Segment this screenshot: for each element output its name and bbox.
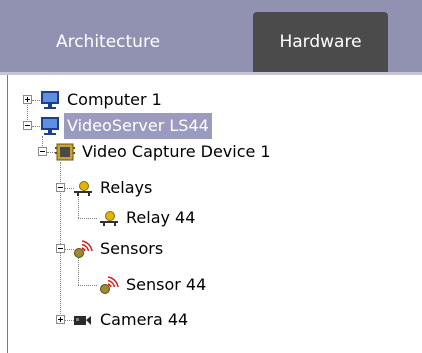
node-label-computer[interactable]: Computer 1 [64,87,165,113]
tab-bar: Architecture Hardware [0,0,422,72]
node-label-sensors[interactable]: Sensors [97,236,166,262]
relay-icon [74,181,92,196]
tree-node-camera-44: Camera 44 [7,307,307,333]
node-label-capture-device[interactable]: Video Capture Device 1 [79,139,274,165]
node-label-sensor-44[interactable]: Sensor 44 [123,272,209,298]
tab-architecture[interactable]: Architecture [22,12,194,72]
tree-node-sensors: Sensors [7,236,307,262]
monitor-icon [41,91,59,109]
tree-node-sensor-44: Sensor 44 [7,272,307,298]
sensor-icon [74,240,93,258]
expand-toggle[interactable] [23,95,32,104]
collapse-toggle[interactable] [38,147,47,156]
expand-toggle[interactable] [56,315,65,324]
camera-icon [74,316,91,325]
tab-hardware[interactable]: Hardware [253,12,388,72]
node-label-camera-44[interactable]: Camera 44 [97,307,191,333]
hardware-tree: Computer 1 VideoServer LS44 Video Captur… [7,75,422,353]
tree-node-relay-44: Relay 44 [7,205,307,231]
tree-node-computer: Computer 1 [7,87,307,113]
tree-node-capture-device: Video Capture Device 1 [7,139,387,165]
node-label-relay-44[interactable]: Relay 44 [123,205,198,231]
node-label-relays[interactable]: Relays [97,175,155,201]
node-label-videoserver[interactable]: VideoServer LS44 [64,113,212,139]
collapse-toggle[interactable] [56,183,65,192]
tree-node-relays: Relays [7,175,307,201]
relay-icon [100,211,118,226]
capture-card-icon [55,143,75,161]
tree-node-videoserver: VideoServer LS44 [7,113,307,139]
collapse-toggle[interactable] [23,121,32,130]
hardware-tree-panel: Computer 1 VideoServer LS44 Video Captur… [7,75,422,353]
monitor-icon [41,117,59,135]
collapse-toggle[interactable] [56,244,65,253]
sensor-icon [100,276,119,294]
